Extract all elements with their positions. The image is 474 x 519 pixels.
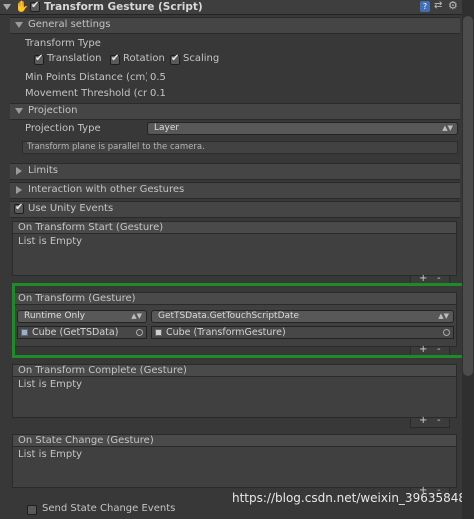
use-unity-events-label: Use Unity Events (28, 203, 114, 214)
on-state-change-title: On State Change (Gesture) (18, 435, 154, 446)
on-transform-start-header: On Transform Start (Gesture) (12, 221, 457, 234)
list-empty-text: List is Empty (18, 449, 83, 460)
dropdown-arrow-icon: ▲▼ (442, 124, 453, 132)
translation-label: Translation (47, 53, 102, 64)
use-unity-events-checkbox[interactable] (14, 202, 24, 214)
scaling-checkbox[interactable] (170, 53, 180, 65)
projection-type-dropdown[interactable]: Layer ▲▼ (147, 122, 458, 135)
scrollbar-thumb[interactable] (463, 16, 473, 376)
add-button[interactable]: + (419, 415, 427, 426)
list-empty-text: List is Empty (18, 236, 83, 247)
limits-header[interactable]: Limits (10, 163, 460, 180)
on-transform-start-title: On Transform Start (Gesture) (18, 222, 164, 233)
limits-label: Limits (28, 165, 58, 176)
foldout-down-icon (15, 22, 23, 28)
movement-threshold-label: Movement Threshold (cm) (25, 88, 147, 99)
watermark-text: https://blog.csdn.net/weixin_39635848 (232, 491, 467, 505)
projection-info-box: Transform plane is parallel to the camer… (22, 141, 458, 154)
general-settings-header[interactable]: General settings (10, 17, 460, 34)
on-state-change-header: On State Change (Gesture) (12, 434, 457, 447)
projection-type-value: Layer (154, 123, 180, 133)
foldout-down-icon (15, 108, 23, 114)
transform-type-label: Transform Type (25, 38, 101, 49)
on-transform-complete-header: On Transform Complete (Gesture) (12, 364, 457, 377)
general-settings-label: General settings (28, 19, 111, 30)
on-transform-start-list: List is Empty (12, 234, 457, 276)
foldout-right-icon (16, 167, 22, 175)
help-icon[interactable]: ? (420, 1, 430, 12)
highlight-frame (12, 283, 468, 358)
component-title: Transform Gesture (Script) (44, 1, 203, 13)
preset-icon[interactable]: ⇄ (434, 0, 442, 11)
script-icon: ✋ (15, 0, 29, 13)
foldout-right-icon (16, 186, 22, 194)
unity-events-header[interactable]: Use Unity Events (10, 201, 460, 218)
projection-type-label: Projection Type (25, 123, 101, 134)
projection-header[interactable]: Projection (10, 103, 460, 120)
projection-info-text: Transform plane is parallel to the camer… (27, 142, 205, 152)
on-transform-complete-title: On Transform Complete (Gesture) (18, 365, 187, 376)
interaction-label: Interaction with other Gestures (28, 184, 185, 195)
rotation-label: Rotation (123, 53, 165, 64)
remove-button[interactable]: - (437, 415, 441, 426)
gear-icon[interactable]: ⚙ (448, 0, 458, 12)
foldout-arrow[interactable] (3, 4, 11, 10)
min-points-distance-field[interactable]: 0.5 (150, 72, 166, 83)
send-state-change-label: Send State Change Events (42, 503, 176, 514)
projection-label: Projection (28, 105, 78, 116)
interaction-header[interactable]: Interaction with other Gestures (10, 182, 460, 199)
on-transform-complete-list: List is Empty (12, 377, 457, 418)
movement-threshold-field[interactable]: 0.1 (150, 88, 166, 99)
on-state-change-list: List is Empty (12, 447, 457, 488)
list-empty-text: List is Empty (18, 379, 83, 390)
translation-checkbox[interactable] (34, 53, 44, 65)
component-enabled-checkbox[interactable] (30, 0, 40, 12)
min-points-distance-label: Min Points Distance (cm) (25, 72, 147, 83)
on-transform-complete-buttons: + - (410, 415, 450, 428)
rotation-checkbox[interactable] (110, 53, 120, 65)
component-header: ✋ Transform Gesture (Script) ? ⇄ ⚙ (0, 0, 462, 15)
scaling-label: Scaling (183, 53, 220, 64)
send-state-change-checkbox[interactable] (27, 505, 37, 515)
